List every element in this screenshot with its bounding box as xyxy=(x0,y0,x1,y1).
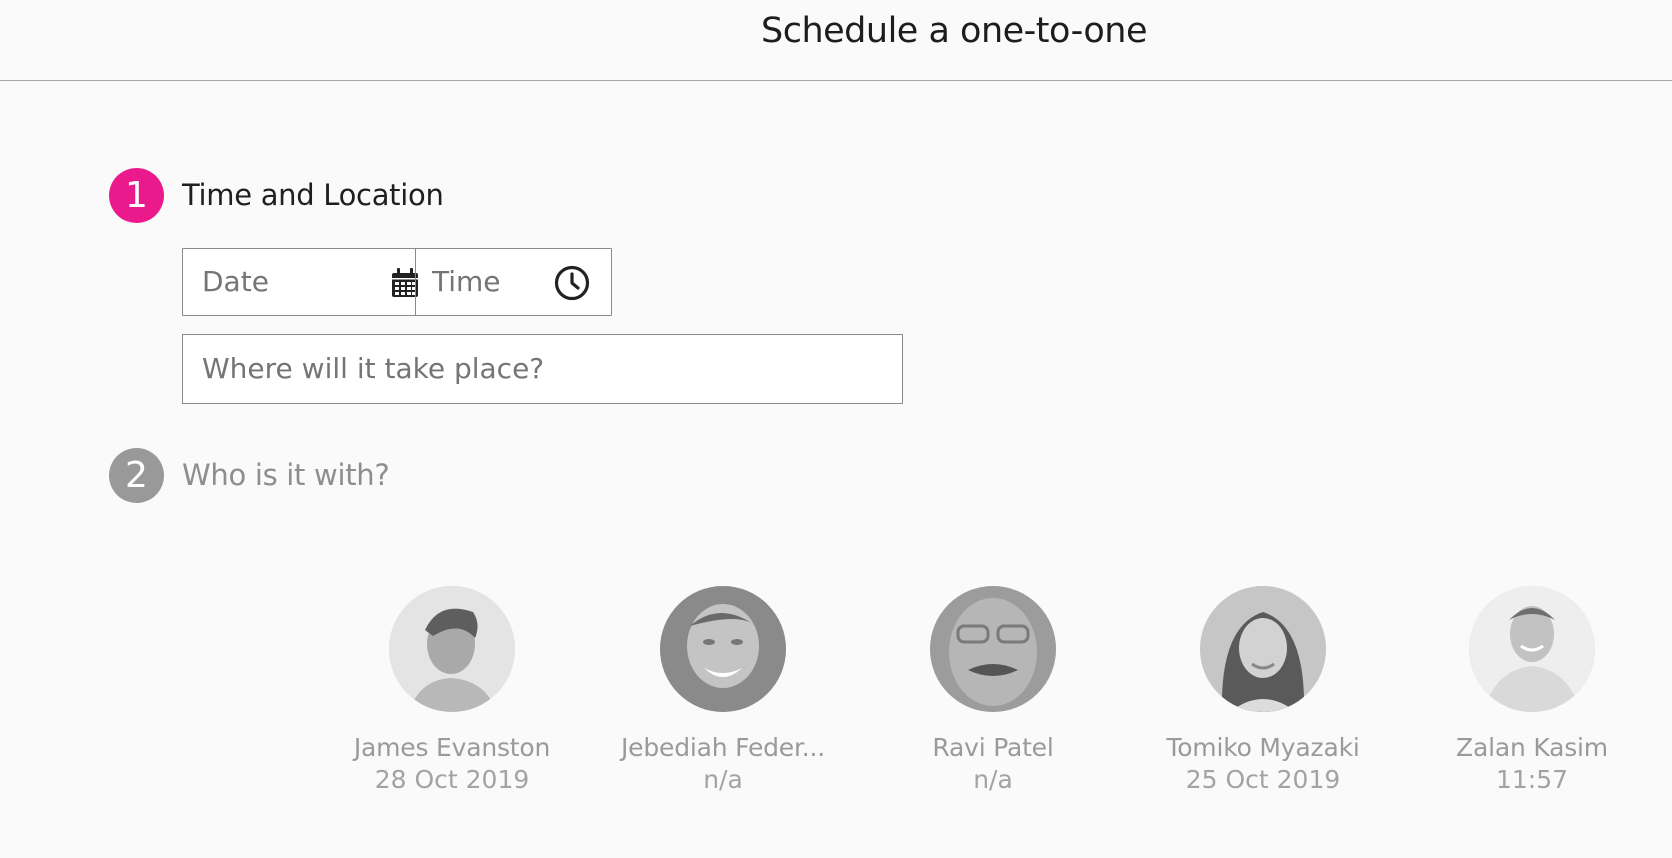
person-last-meeting: n/a xyxy=(973,765,1013,794)
person-card[interactable]: James Evanston 28 Oct 2019 xyxy=(337,586,567,796)
person-last-meeting: n/a xyxy=(703,765,743,794)
avatar[interactable] xyxy=(930,586,1056,712)
person-name: Zalan Kasim xyxy=(1456,733,1608,762)
person-card[interactable]: Jebediah Feder... n/a xyxy=(608,586,838,796)
page-title: Schedule a one-to-one xyxy=(761,11,1147,51)
date-field[interactable] xyxy=(183,249,418,315)
clock-icon[interactable] xyxy=(554,265,590,301)
step-1-badge: 1 xyxy=(109,168,164,223)
time-field[interactable] xyxy=(415,249,610,315)
step-2-title: Who is it with? xyxy=(182,458,390,492)
person-name: James Evanston xyxy=(353,733,551,762)
avatar[interactable] xyxy=(389,586,515,712)
person-last-meeting: 11:57 xyxy=(1495,765,1569,794)
person-card[interactable]: Zalan Kasim 11:57 xyxy=(1417,586,1647,796)
person-card[interactable]: Ravi Patel n/a xyxy=(878,586,1108,796)
avatar[interactable] xyxy=(1469,586,1595,712)
person-name: Ravi Patel xyxy=(932,733,1054,762)
location-field[interactable] xyxy=(182,334,903,404)
location-input[interactable] xyxy=(202,352,882,386)
date-input[interactable] xyxy=(202,265,352,299)
step-2-badge: 2 xyxy=(109,448,164,503)
person-last-meeting: 28 Oct 2019 xyxy=(374,765,530,794)
person-name: Tomiko Myazaki xyxy=(1166,733,1360,762)
date-time-group xyxy=(182,248,612,316)
person-last-meeting: 25 Oct 2019 xyxy=(1185,765,1341,794)
avatar[interactable] xyxy=(1200,586,1326,712)
page-header: Schedule a one-to-one xyxy=(0,0,1672,81)
time-input[interactable] xyxy=(432,265,542,299)
person-card[interactable]: Tomiko Myazaki 25 Oct 2019 xyxy=(1148,586,1378,796)
person-name: Jebediah Feder... xyxy=(621,733,825,762)
step-1-title: Time and Location xyxy=(182,178,444,212)
avatar[interactable] xyxy=(660,586,786,712)
